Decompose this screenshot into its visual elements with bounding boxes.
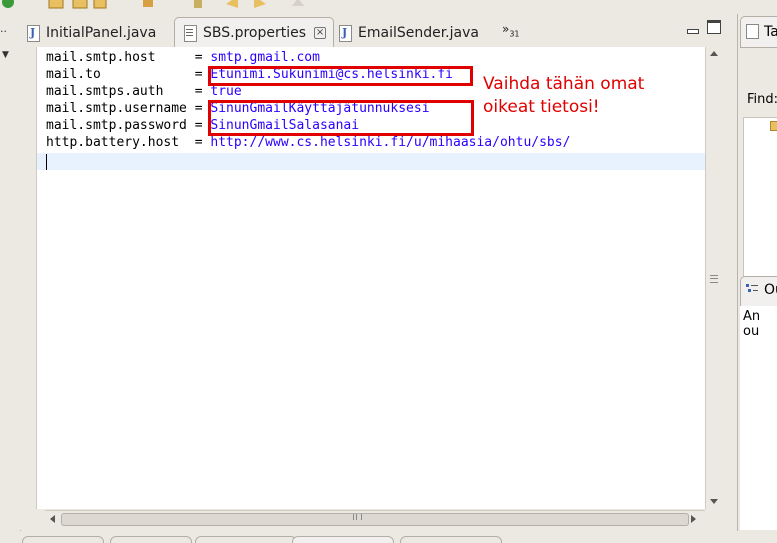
property-value: smtp.gmail.com bbox=[210, 50, 320, 65]
tab-overflow-button[interactable]: »31 bbox=[502, 22, 520, 38]
editor-ruler bbox=[20, 47, 36, 509]
outline-view bbox=[740, 306, 777, 530]
property-key: http.battery.host = bbox=[46, 135, 211, 150]
scroll-right-icon[interactable] bbox=[691, 515, 696, 523]
scroll-up-icon[interactable] bbox=[710, 51, 718, 56]
open-type-icon[interactable] bbox=[92, 0, 108, 10]
open-folder-icon[interactable] bbox=[48, 0, 64, 10]
annotation-box-email bbox=[208, 66, 473, 86]
property-key: mail.smtp.host = bbox=[46, 50, 211, 65]
maximize-button[interactable] bbox=[707, 20, 721, 34]
scroll-grip-icon[interactable] bbox=[353, 514, 362, 520]
annotation-box-credentials bbox=[208, 100, 474, 136]
property-key: mail.smtp.username = bbox=[46, 101, 211, 116]
code-line[interactable]: http.battery.host = http://www.cs.helsin… bbox=[46, 134, 570, 151]
left-panel-menu-icon[interactable]: .. bbox=[0, 22, 7, 35]
task-list-area[interactable] bbox=[743, 117, 777, 277]
annotation-line: oikeat tietosi! bbox=[483, 97, 600, 117]
bottom-tab[interactable] bbox=[22, 536, 104, 543]
property-value: true bbox=[210, 84, 242, 99]
forward-icon[interactable] bbox=[252, 0, 268, 10]
vertical-scrollbar[interactable] bbox=[705, 47, 722, 509]
folder-icon bbox=[770, 121, 777, 131]
horizontal-scrollbar[interactable] bbox=[45, 510, 705, 527]
bottom-tab[interactable] bbox=[110, 536, 192, 543]
property-key: mail.smtps.auth = bbox=[46, 84, 211, 99]
property-key: mail.to = bbox=[46, 67, 211, 82]
property-key: mail.smtp.password = bbox=[46, 118, 211, 133]
left-panel-gutter bbox=[0, 14, 21, 543]
bottom-tab[interactable] bbox=[292, 536, 394, 543]
text-caret bbox=[46, 154, 47, 170]
tab-initialpanel-java[interactable]: J InitialPanel.java bbox=[26, 19, 156, 46]
find-label: Find: bbox=[747, 92, 777, 107]
java-file-icon: J bbox=[26, 24, 40, 42]
tab-emailsender-java[interactable]: J EmailSender.java bbox=[338, 19, 479, 46]
tab-sbs-properties[interactable]: SBS.properties × bbox=[174, 17, 334, 48]
run-icon[interactable] bbox=[0, 0, 16, 10]
bottom-tab[interactable] bbox=[400, 536, 502, 543]
scroll-left-icon[interactable] bbox=[50, 515, 55, 523]
property-value: http://www.cs.helsinki.fi/u/mihaasia/oht… bbox=[210, 135, 571, 150]
minimize-button[interactable] bbox=[686, 22, 699, 34]
task-tab-label: Ta bbox=[764, 24, 777, 40]
code-line[interactable]: mail.smtp.host = smtp.gmail.com bbox=[46, 49, 320, 66]
outline-icon bbox=[746, 284, 758, 292]
close-tab-icon[interactable]: × bbox=[314, 27, 327, 39]
scroll-down-icon[interactable] bbox=[710, 499, 718, 504]
task-list-icon bbox=[746, 24, 759, 39]
annotation-note: Vaihda tähän omat oikeat tietosi! bbox=[483, 73, 644, 119]
bottom-panel-tabs bbox=[20, 531, 777, 543]
outline-tab-label: Ou bbox=[764, 282, 777, 298]
scroll-thumb[interactable] bbox=[61, 513, 689, 526]
nav-arrow-icon[interactable] bbox=[290, 0, 306, 10]
chevron-down-icon[interactable]: ▼ bbox=[2, 50, 9, 60]
java-file-icon: J bbox=[338, 24, 352, 42]
open-folder-icon[interactable] bbox=[72, 0, 88, 10]
outline-message: An ou bbox=[743, 309, 761, 339]
annotation-icon[interactable] bbox=[190, 0, 206, 10]
properties-file-icon bbox=[183, 25, 197, 42]
annotation-line: Vaihda tähän omat bbox=[483, 74, 645, 94]
current-line-highlight bbox=[37, 153, 705, 170]
back-icon[interactable] bbox=[224, 0, 240, 10]
overflow-count: 31 bbox=[509, 29, 520, 39]
tab-label: EmailSender.java bbox=[358, 24, 479, 41]
tab-label: InitialPanel.java bbox=[46, 24, 157, 41]
bottom-tab[interactable] bbox=[195, 536, 297, 543]
editor-tab-bar: J InitialPanel.java SBS.properties × J E… bbox=[20, 15, 736, 48]
scroll-grip-icon[interactable] bbox=[710, 275, 718, 283]
tab-label: SBS.properties bbox=[203, 25, 307, 41]
search-icon[interactable] bbox=[140, 0, 156, 10]
main-toolbar bbox=[0, 0, 777, 14]
